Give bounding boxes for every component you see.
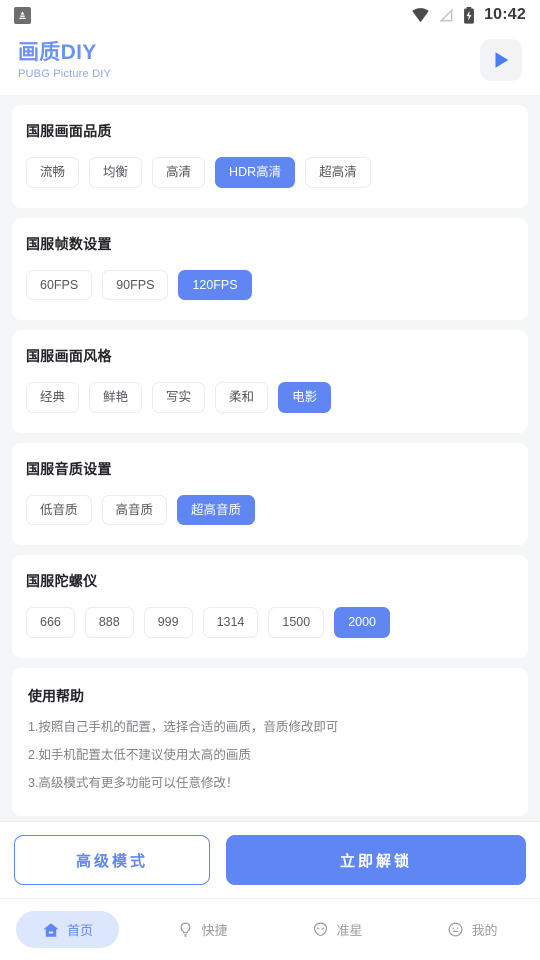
settings-card-title: 国服画面品质 <box>26 123 112 139</box>
option-chip[interactable]: 90FPS <box>102 269 169 300</box>
option-chip[interactable]: 超高音质 <box>177 494 256 525</box>
play-button[interactable] <box>480 39 522 81</box>
option-chip[interactable]: 超高清 <box>305 157 371 188</box>
help-line: 3.高级模式有更多功能可以任意修改！ <box>28 776 239 791</box>
option-chip[interactable]: 高清 <box>152 157 206 188</box>
option-chip[interactable]: 999 <box>143 607 193 638</box>
nav-item-label: 首页 <box>66 923 93 938</box>
unlock-now-button[interactable]: 立即解锁 <box>226 835 526 885</box>
option-chip[interactable]: 888 <box>84 607 134 638</box>
option-chip-group: 666 888 999 1314 1500 2000 <box>26 607 514 638</box>
option-chip[interactable]: 写实 <box>152 382 206 413</box>
no-signal-icon <box>439 8 454 22</box>
page-title: 画质DIY <box>18 40 97 64</box>
nav-item-label: 准星 <box>336 923 363 938</box>
help-line: 1.按照自己手机的配置，选择合适的画质，音质修改即可 <box>28 719 339 734</box>
settings-list[interactable]: 国服画面品质流畅 均衡 高清 HDR高清 超高清国服帧数设置 60FPS 90FPS 120F… <box>0 96 540 821</box>
settings-card: 国服陀螺仪 666 888 999 1314 1500 2000 <box>12 555 528 658</box>
option-chip[interactable]: 流畅 <box>26 157 80 188</box>
settings-card: 国服音质设置低音质 高音质 超高音质 <box>12 442 528 545</box>
option-chip[interactable]: 柔和 <box>215 382 269 413</box>
settings-card-title: 国服帧数设置 <box>26 235 112 252</box>
settings-card: 国服画面品质流畅 均衡 高清 HDR高清 超高清 <box>12 105 528 208</box>
option-chip[interactable]: 低音质 <box>26 494 92 525</box>
advanced-mode-button[interactable]: 高级模式 <box>14 835 210 885</box>
option-chip-group: 流畅 均衡 高清 HDR高清 超高清 <box>26 157 514 188</box>
option-chip[interactable]: 1500 <box>268 607 325 638</box>
nav-item-3[interactable]: 准星 <box>270 911 405 948</box>
option-chip[interactable]: 电影 <box>278 382 332 413</box>
status-bar-left <box>14 6 31 24</box>
option-chip[interactable]: 120FPS <box>178 269 252 300</box>
nav-item-inner: 快捷 <box>177 920 228 939</box>
help-card: 使用帮助 1.按照自己手机的配置，选择合适的画质，音质修改即可 2.如手机配置太低… <box>12 667 528 816</box>
settings-card-title: 国服画面风格 <box>26 348 112 364</box>
play-icon <box>495 52 509 68</box>
action-bar: 高级模式 立即解锁 <box>0 821 540 898</box>
option-chip[interactable]: 60FPS <box>26 269 93 300</box>
option-chip[interactable]: HDR高清 <box>215 157 296 188</box>
battery-charging-icon <box>464 6 474 24</box>
option-chip[interactable]: 经典 <box>26 382 80 413</box>
help-line: 2.如手机配置太低不建议使用太高的画质 <box>28 747 251 762</box>
option-chip[interactable]: 1314 <box>202 607 259 638</box>
nav-item-label: 快捷 <box>201 923 228 938</box>
lightbulb-icon <box>177 921 194 938</box>
settings-card: 国服帧数设置 60FPS 90FPS 120FPS <box>12 217 528 320</box>
app-header: 画质DIY PUBG Picture DIY <box>0 30 540 96</box>
nav-item-label: 我的 <box>471 923 498 938</box>
option-chip[interactable]: 高音质 <box>101 494 168 525</box>
nav-item-1[interactable]: 首页 <box>0 911 135 948</box>
help-title: 使用帮助 <box>28 687 84 704</box>
nav-active-pill: 首页 <box>15 911 119 948</box>
profile-face-icon <box>447 921 464 938</box>
nav-item-inner: 准星 <box>312 920 363 939</box>
nav-item-2[interactable]: 快捷 <box>135 911 270 948</box>
alien-crosshair-icon <box>312 921 329 938</box>
option-chip-group: 经典 鲜艳 写实 柔和 电影 <box>26 382 514 413</box>
home-icon <box>42 921 60 939</box>
settings-card-title: 国服音质设置 <box>26 460 112 477</box>
wifi-icon <box>412 7 429 22</box>
option-chip[interactable]: 鲜艳 <box>89 382 143 413</box>
android-app-icon <box>14 6 31 24</box>
option-chip[interactable]: 2000 <box>334 607 391 638</box>
option-chip[interactable]: 均衡 <box>89 157 143 188</box>
settings-card: 国服画面风格经典 鲜艳 写实 柔和 电影 <box>12 330 528 433</box>
status-bar: 10:42 <box>0 0 540 30</box>
option-chip[interactable]: 666 <box>26 607 75 638</box>
bottom-nav: 首页 快捷 准星 我的 <box>0 898 540 960</box>
app-screen: 10:42 画质DIY PUBG Picture DIY 国服画面品质 流畅 均衡高… <box>0 0 540 960</box>
brand-block: 画质DIY PUBG Picture DIY <box>18 40 111 80</box>
option-chip-group: 60FPS 90FPS 120FPS <box>26 269 514 300</box>
page-subtitle: PUBG Picture DIY <box>18 68 112 81</box>
nav-item-4[interactable]: 我的 <box>405 911 540 948</box>
option-chip-group: 低音质 高音质 超高音质 <box>26 494 514 525</box>
status-bar-right: 10:42 <box>411 6 526 24</box>
settings-card-title: 国服陀螺仪 <box>26 573 98 589</box>
status-bar-clock: 10:42 <box>484 6 526 23</box>
nav-item-inner: 我的 <box>447 920 498 939</box>
